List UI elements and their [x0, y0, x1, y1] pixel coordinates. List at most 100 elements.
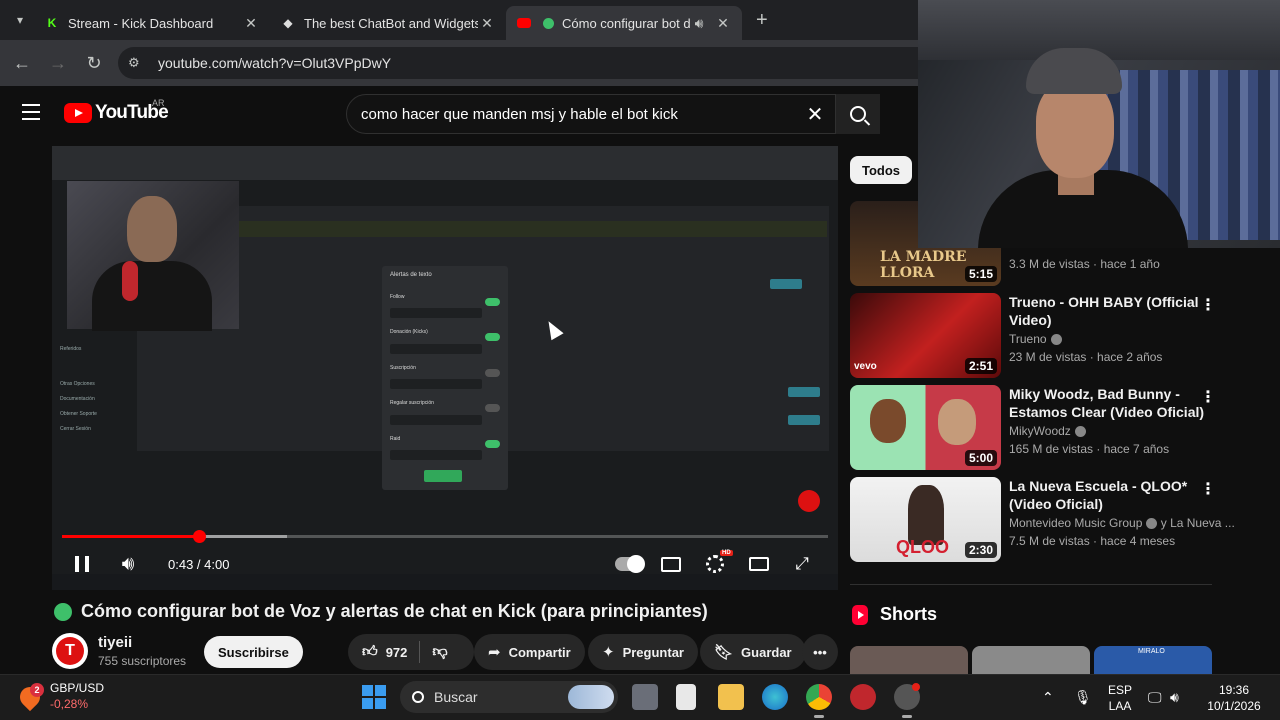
suggestion-thumbnail[interactable]: 5:00 [850, 385, 1001, 470]
tab-search-dropdown-icon[interactable]: ▾ [6, 6, 34, 34]
tab-kick-dashboard[interactable]: K Stream - Kick Dashboard ✕ [34, 6, 270, 40]
like-count[interactable]: 972 [386, 645, 408, 660]
like-dislike-group: 👍︎ 972 👎︎ [348, 634, 474, 670]
video-frame-sidebar: Obtener Soporte [60, 411, 97, 417]
dislike-icon[interactable]: 👎︎ [432, 643, 447, 661]
short-thumbnail-text: MIRALO [1138, 648, 1165, 655]
video-frame-sidebar: Otras Opciones [60, 381, 95, 387]
time-display: 0:43 / 4:00 [168, 556, 230, 572]
microphone-icon[interactable]: 🎙︎ [1074, 689, 1092, 706]
task-view-icon[interactable] [632, 684, 658, 710]
player-controls: 🔊︎ 0:43 / 4:00 HD ⤢ [52, 546, 838, 582]
short-thumbnail[interactable] [850, 646, 968, 674]
short-thumbnail[interactable]: MIRALO [1094, 646, 1212, 674]
suggestion-thumbnail[interactable]: QLOO 2:30 [850, 477, 1001, 562]
green-circle-icon [54, 602, 72, 621]
windows-start-icon[interactable] [362, 685, 386, 709]
fullscreen-icon[interactable]: ⤢ [792, 552, 812, 576]
active-app-indicator [814, 715, 824, 718]
avatar[interactable]: T [52, 633, 88, 669]
new-tab-icon[interactable]: + [756, 9, 768, 32]
video-frame-button [788, 387, 820, 397]
verified-icon [1050, 334, 1062, 346]
youtube-play-icon [64, 103, 92, 123]
clock-date: 10/1/2026 [1207, 699, 1261, 713]
suggestion-title[interactable]: Trueno - OHH BABY (Official Video) [1009, 293, 1209, 329]
volume-icon[interactable]: 🔊︎ [1170, 689, 1179, 706]
suggestion-meta: 3.3 M de vistas · hace 1 año [1009, 257, 1160, 271]
tab-title: Stream - Kick Dashboard [68, 15, 214, 31]
verified-icon [1146, 518, 1158, 530]
file-explorer-icon[interactable] [718, 684, 744, 710]
tab-botrix[interactable]: ◆ The best ChatBot and Widgets ✕ [270, 6, 506, 40]
pause-button[interactable] [72, 552, 92, 576]
close-icon[interactable]: ✕ [714, 15, 732, 32]
close-icon[interactable]: ✕ [242, 15, 260, 32]
subtitles-button[interactable] [660, 552, 682, 576]
language-indicator[interactable]: ESP LAA [1104, 682, 1136, 714]
menu-icon[interactable] [22, 104, 40, 125]
save-button[interactable]: 🔖︎ Guardar [700, 634, 806, 670]
more-actions-button[interactable]: ••• [802, 634, 838, 670]
back-icon[interactable]: ← [4, 53, 40, 74]
tab-youtube-active[interactable]: Cómo configurar bot de 🔊︎ ✕ [506, 6, 742, 40]
theater-mode-button[interactable] [748, 552, 770, 576]
video-frame-browser-bar [52, 146, 838, 180]
volume-icon[interactable]: 🔊︎ [116, 552, 140, 576]
modal-confirm-button [424, 470, 462, 482]
subscribe-button[interactable]: Suscribirse [204, 636, 303, 668]
modal-title: Alertas de texto [390, 272, 432, 278]
taskbar-search[interactable]: Buscar [400, 681, 618, 713]
ticker-widget[interactable]: 2 GBP/USD -0,28% [15, 681, 104, 712]
video-player[interactable]: Referidos Otras Opciones Documentación O… [52, 146, 838, 590]
search-button[interactable] [836, 94, 880, 134]
chevron-up-icon[interactable]: ⌃ [1042, 689, 1054, 706]
more-vert-icon[interactable]: ⋮ [1200, 387, 1216, 407]
language-bottom: LAA [1108, 699, 1132, 713]
suggestion-item[interactable]: 5:00 Miky Woodz, Bad Bunny - Estamos Cle… [850, 385, 1230, 471]
app-icon[interactable] [850, 684, 876, 710]
suggestion-item[interactable]: vevo 2:51 Trueno - OHH BABY (Official Vi… [850, 293, 1230, 379]
address-bar[interactable]: ⚙︎ youtube.com/watch?v=Olut3VPpDwY [118, 47, 918, 79]
chrome-icon[interactable] [806, 684, 832, 710]
suggestion-title[interactable]: Miky Woodz, Bad Bunny - Estamos Clear (V… [1009, 385, 1209, 421]
suggestion-title[interactable]: La Nueva Escuela - QLOO* (Video Oficial) [1009, 477, 1209, 513]
autoplay-toggle[interactable] [614, 552, 645, 576]
modal-toggle [485, 369, 500, 377]
chip-todos[interactable]: Todos [850, 156, 913, 184]
suggestion-channel[interactable]: MikyWoodz [1009, 424, 1071, 438]
speaker-icon[interactable]: 🔊︎ [690, 15, 708, 32]
youtube-logo-icon [516, 15, 532, 31]
streamer-webcam-overlay [918, 0, 1280, 248]
suggestion-channel[interactable]: Montevideo Music Group [1009, 516, 1142, 530]
suggestion-channel[interactable]: Trueno [1009, 332, 1047, 346]
more-vert-icon[interactable]: ⋮ [1200, 295, 1216, 315]
network-icon[interactable]: 🖵︎ [1148, 689, 1162, 706]
clear-search-icon[interactable]: ✕ [795, 102, 835, 127]
file-icon[interactable] [676, 684, 696, 710]
video-frame-sidebar: Cerrar Sesión [60, 426, 91, 432]
search-input[interactable]: como hacer que manden msj y hable el bot… [346, 94, 836, 134]
ask-button[interactable]: ✦ Preguntar [588, 634, 698, 670]
browser-tab-bar: ▾ K Stream - Kick Dashboard ✕ ◆ The best… [0, 0, 918, 40]
short-thumbnail[interactable] [972, 646, 1090, 674]
search-icon [412, 691, 424, 703]
suggestion-item[interactable]: QLOO 2:30 La Nueva Escuela - QLOO* (Vide… [850, 477, 1235, 563]
more-icon: ••• [813, 644, 827, 660]
reload-icon[interactable]: ↻ [76, 53, 112, 74]
more-vert-icon[interactable]: ⋮ [1200, 479, 1216, 499]
channel-name[interactable]: tiyeii [98, 634, 186, 651]
modal-toggle [485, 298, 500, 306]
modal-field [390, 415, 482, 425]
progress-bar[interactable] [62, 530, 828, 543]
divider [850, 584, 1212, 585]
suggestion-thumbnail[interactable]: vevo 2:51 [850, 293, 1001, 378]
video-frame-webcam [67, 181, 239, 331]
edge-icon[interactable] [762, 684, 788, 710]
forward-icon[interactable]: → [40, 53, 76, 74]
site-info-icon[interactable]: ⚙︎ [118, 55, 148, 71]
like-icon[interactable]: 👍︎ [362, 643, 378, 661]
share-button[interactable]: ➦ Compartir [474, 634, 585, 670]
clock[interactable]: 19:36 10/1/2026 [1198, 682, 1270, 714]
close-icon[interactable]: ✕ [478, 15, 496, 32]
